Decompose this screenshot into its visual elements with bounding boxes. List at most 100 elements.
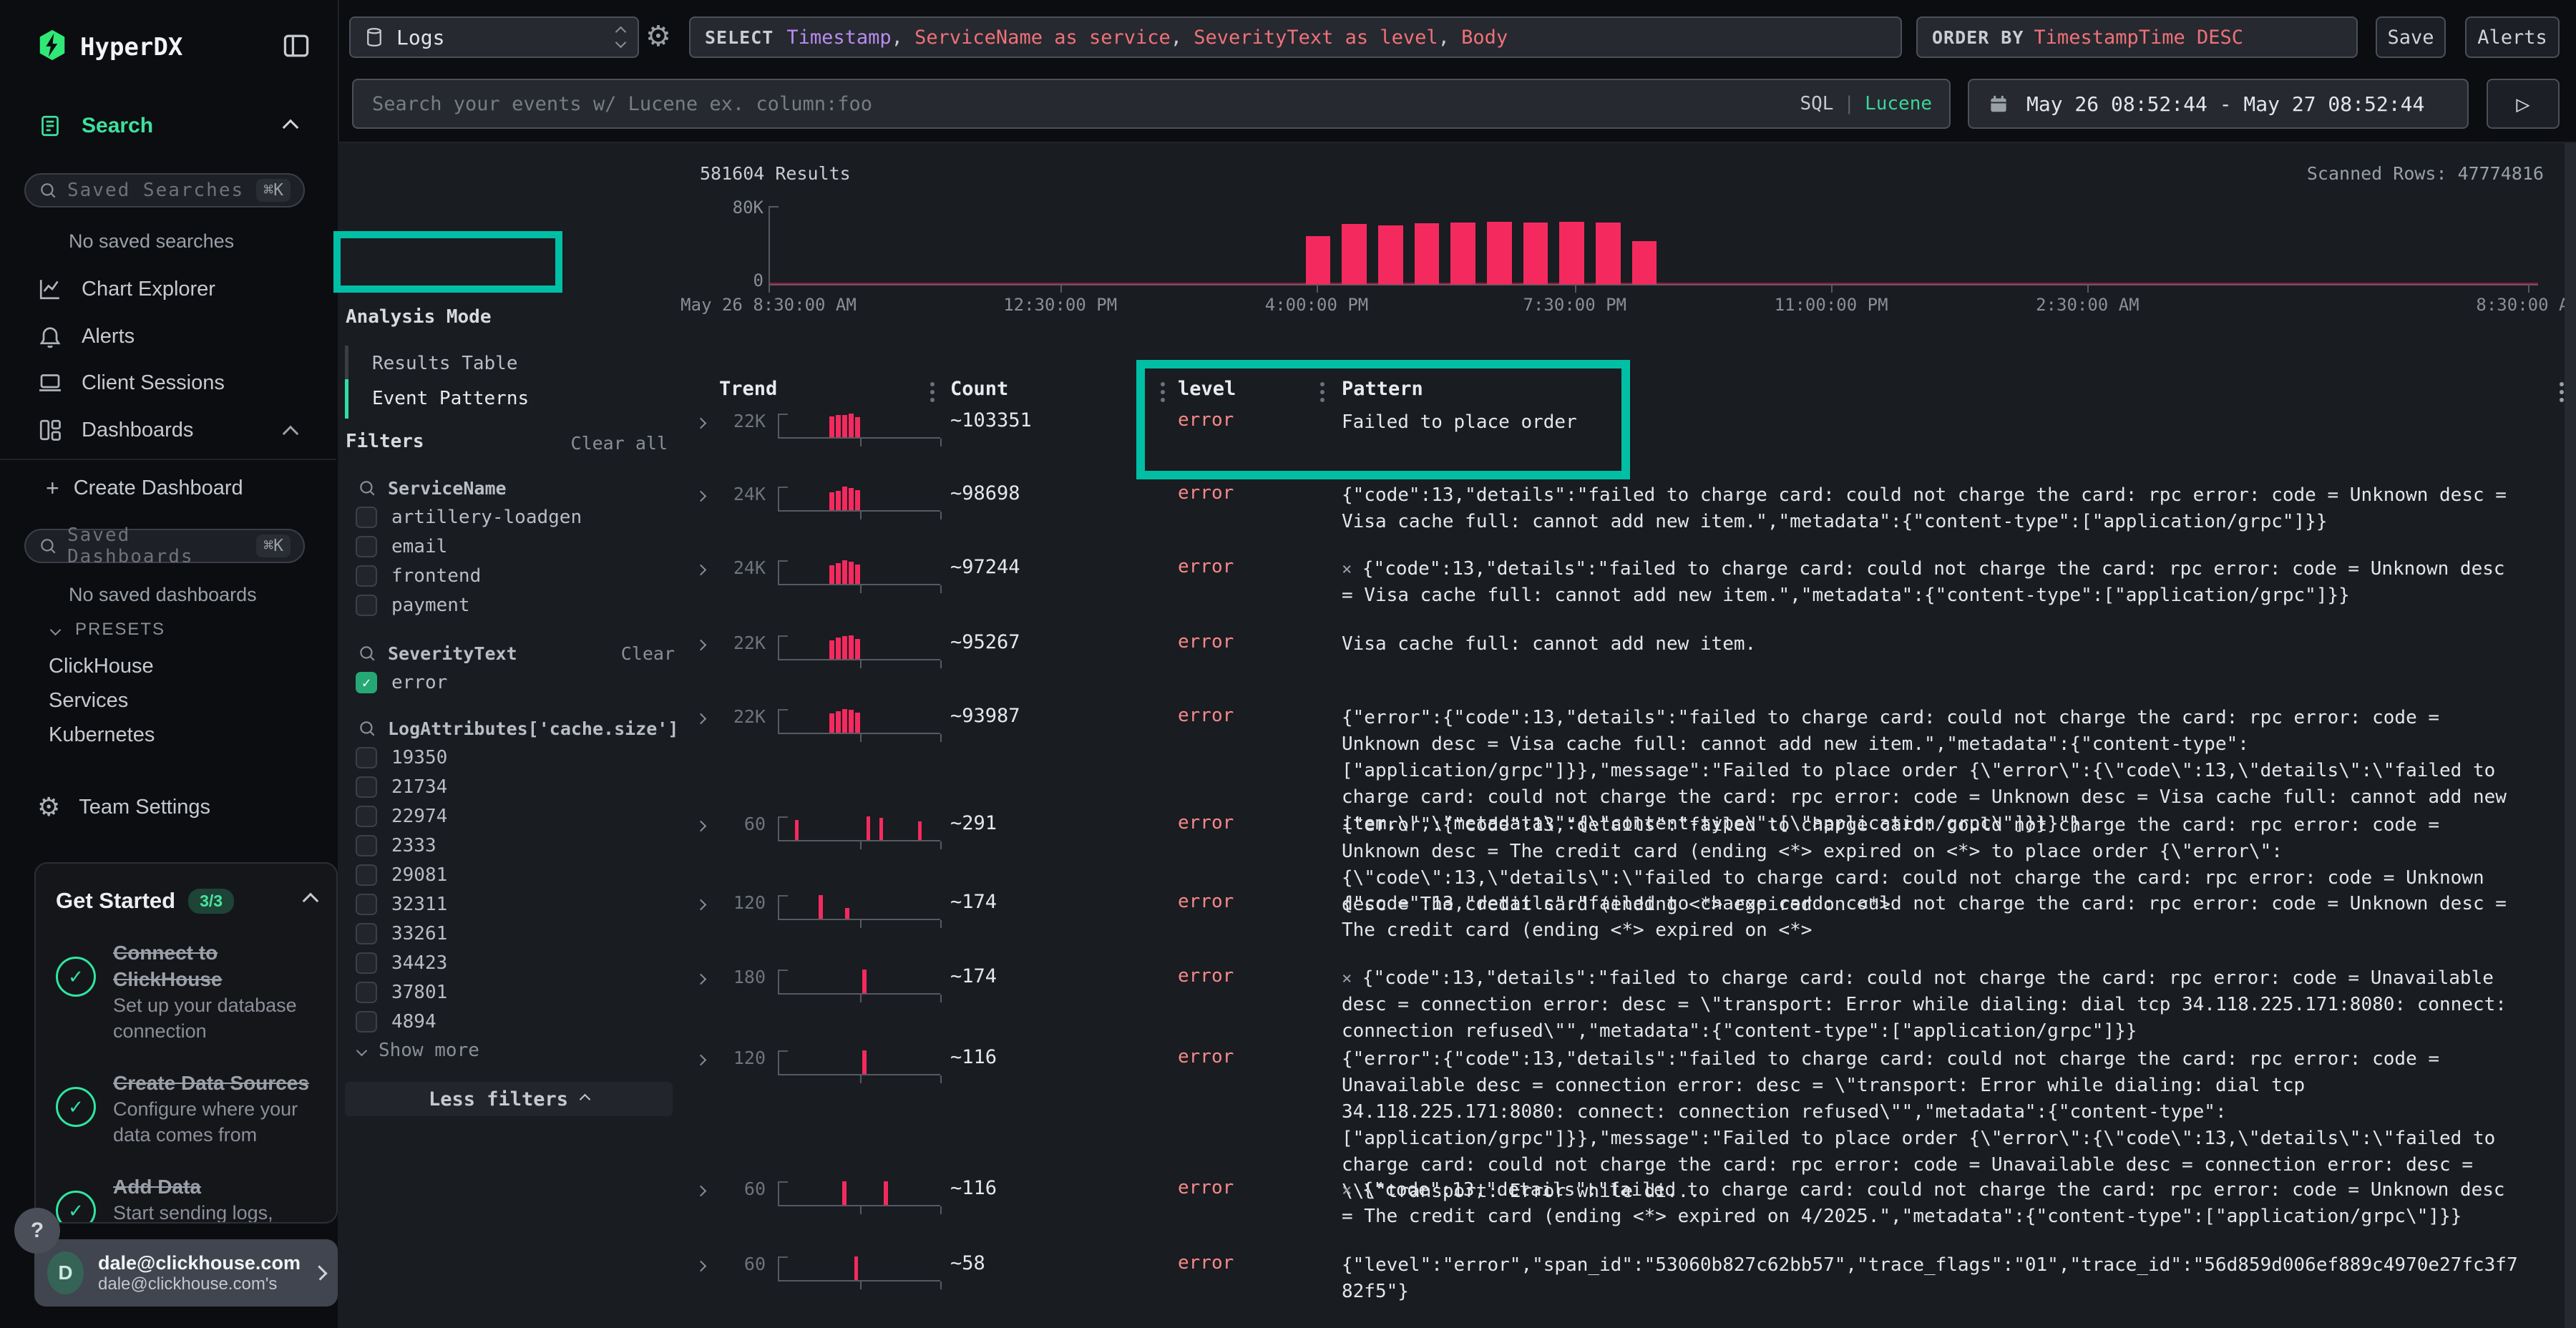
filter-option[interactable]: artillery-loadgen [338, 502, 688, 532]
preset-dashboard-item[interactable]: Services [49, 689, 128, 713]
get-started-step[interactable]: ✓ Connect to ClickHouse Set up your data… [56, 939, 316, 1044]
pattern-cell[interactable]: × {"code":13,"details":"failed to charge… [1342, 891, 2526, 944]
events-histogram[interactable] [769, 206, 2538, 285]
checkbox[interactable] [356, 1011, 377, 1032]
filter-option[interactable]: 29081 [338, 860, 688, 889]
mode-event-patterns[interactable]: Event Patterns [372, 388, 529, 409]
column-header-pattern[interactable]: Pattern [1342, 378, 1423, 400]
checkbox[interactable] [356, 507, 377, 528]
checkbox[interactable] [356, 806, 377, 827]
show-more-link[interactable]: Show more [358, 1040, 479, 1061]
pattern-cell[interactable]: × {"code":13,"details":"failed to charge… [1342, 482, 2526, 535]
filter-option[interactable]: email [338, 532, 688, 561]
table-menu-kebab-icon[interactable] [2560, 382, 2564, 386]
checkbox[interactable] [356, 835, 377, 856]
filter-option[interactable]: error [338, 668, 688, 697]
checkbox[interactable] [356, 864, 377, 886]
dismiss-x-icon: × [1342, 1180, 1362, 1200]
dashboards-collapse-chevron-icon[interactable] [285, 428, 296, 442]
checkbox[interactable] [356, 923, 377, 944]
filter-option[interactable]: 34423 [338, 948, 688, 977]
filter-option[interactable]: 2333 [338, 831, 688, 860]
drag-handle-icon[interactable] [1320, 382, 1324, 386]
sql-mode-toggle[interactable]: SQL [1800, 93, 1833, 114]
column-header-level[interactable]: level [1178, 378, 1236, 400]
get-started-step[interactable]: ✓ Add Data Start sending logs, metrics, … [56, 1173, 316, 1224]
filter-option[interactable]: 22974 [338, 801, 688, 831]
preset-dashboard-item[interactable]: ClickHouse [49, 655, 154, 678]
search-input[interactable] [371, 92, 1790, 116]
mode-results-table[interactable]: Results Table [372, 353, 518, 374]
pattern-cell[interactable]: × Visa cache full: cannot add new item. [1342, 631, 2526, 658]
filter-option[interactable]: 37801 [338, 977, 688, 1007]
sidebar-item-dashboards[interactable]: Dashboards [37, 417, 193, 443]
event-search-bar[interactable]: SQL | Lucene [352, 79, 1951, 129]
play-icon: ▷ [2516, 90, 2529, 117]
preset-dashboard-item[interactable]: Kubernetes [49, 723, 155, 747]
checkbox[interactable] [356, 952, 377, 974]
sidebar-item-client-sessions[interactable]: Client Sessions [37, 370, 225, 396]
chevron-up-icon[interactable] [303, 893, 319, 909]
x-axis-labels: May 26 8:30:00 AM12:30:00 PM4:00:00 PM7:… [769, 295, 2537, 316]
order-by-input[interactable]: ORDER BY TimestampTime DESC [1916, 16, 2358, 58]
run-query-button[interactable]: ▷ [2487, 79, 2560, 129]
checkbox[interactable] [356, 595, 377, 616]
source-settings-gear-icon[interactable]: ⚙ [645, 20, 671, 53]
sidebar-item-alerts[interactable]: Alerts [37, 323, 135, 349]
source-select[interactable]: Logs [349, 16, 639, 58]
filter-option[interactable]: 19350 [338, 743, 688, 772]
checkbox[interactable] [356, 982, 377, 1003]
presets-toggle[interactable]: PRESETS [52, 620, 165, 640]
filter-option[interactable]: frontend [338, 561, 688, 590]
checkbox[interactable] [356, 747, 377, 768]
scrollbar-track[interactable] [2565, 143, 2576, 1328]
filter-option[interactable]: 33261 [338, 919, 688, 948]
search-icon[interactable] [358, 719, 376, 738]
sidebar-item-team-settings[interactable]: ⚙ Team Settings [37, 793, 210, 822]
checkbox[interactable] [356, 776, 377, 798]
saved-dashboards-input[interactable]: Saved Dashboards ⌘K [24, 529, 305, 563]
user-account-chip[interactable]: D dale@clickhouse.com dale@clickhouse.co… [34, 1239, 338, 1307]
pattern-cell[interactable]: × {"level":"error","span_id":"53060b827c… [1342, 1252, 2526, 1305]
search-collapse-chevron-icon[interactable] [285, 122, 296, 136]
sidebar-item-search[interactable]: Search [37, 113, 153, 139]
filter-option[interactable]: 4894 [338, 1007, 688, 1036]
search-icon[interactable] [358, 479, 376, 497]
collapse-sidebar-icon[interactable] [280, 30, 312, 62]
checkbox[interactable] [356, 536, 377, 557]
logs-list-icon [37, 113, 63, 139]
clear-severity-filter-link[interactable]: Clear [621, 643, 675, 664]
drag-handle-icon[interactable] [1161, 382, 1165, 386]
level-cell: error [1178, 631, 1234, 653]
pattern-cell[interactable]: × {"code":13,"details":"failed to charge… [1342, 965, 2526, 1045]
saved-searches-input[interactable]: Saved Searches ⌘K [24, 173, 305, 208]
help-button[interactable]: ? [14, 1208, 60, 1254]
filter-option[interactable]: 32311 [338, 889, 688, 919]
save-button[interactable]: Save [2376, 16, 2446, 58]
select-query-input[interactable]: SELECT Timestamp, ServiceName as service… [689, 16, 1902, 58]
filter-option[interactable]: payment [338, 590, 688, 620]
alerts-button[interactable]: Alerts [2465, 16, 2560, 58]
level-cell: error [1178, 812, 1234, 834]
create-dashboard-button[interactable]: + Create Dashboard [46, 475, 243, 502]
drag-handle-icon[interactable] [930, 382, 935, 386]
pattern-cell[interactable]: × {"code":13,"details":"failed to charge… [1342, 1177, 2526, 1230]
column-header-trend[interactable]: Trend [719, 378, 777, 400]
lucene-mode-toggle[interactable]: Lucene [1865, 93, 1932, 114]
less-filters-button[interactable]: Less filters [345, 1082, 673, 1116]
filter-option[interactable]: 21734 [338, 772, 688, 801]
search-icon[interactable] [358, 644, 376, 663]
pattern-cell[interactable]: × Failed to place order [1342, 409, 2526, 436]
trend-ymax-label: 22K [698, 633, 766, 653]
clear-all-filters-link[interactable]: Clear all [571, 433, 668, 454]
column-header-count[interactable]: Count [950, 378, 1008, 400]
checkbox[interactable] [356, 894, 377, 915]
get-started-step[interactable]: ✓ Create Data Sources Configure where yo… [56, 1070, 316, 1148]
checkbox[interactable] [356, 672, 377, 693]
shortcut-badge: ⌘K [256, 534, 291, 557]
pattern-cell[interactable]: × {"code":13,"details":"failed to charge… [1342, 556, 2526, 609]
sidebar-item-chart-explorer[interactable]: Chart Explorer [37, 276, 215, 302]
checkbox[interactable] [356, 565, 377, 587]
date-range-picker[interactable]: May 26 08:52:44 - May 27 08:52:44 [1968, 79, 2469, 129]
scanned-rows: Scanned Rows: 47774816 [2307, 163, 2544, 184]
